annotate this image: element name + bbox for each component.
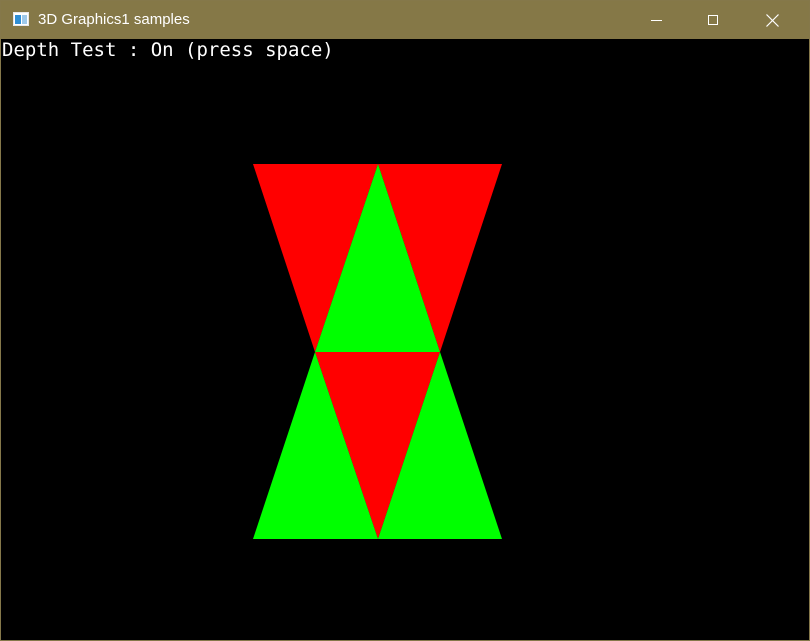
maximize-button[interactable] <box>686 1 744 39</box>
minimize-button[interactable] <box>628 1 686 39</box>
render-viewport[interactable]: Depth Test : On (press space) <box>2 39 808 639</box>
close-button[interactable] <box>744 1 802 39</box>
window-title: 3D Graphics1 samples <box>38 11 190 28</box>
close-icon <box>766 14 779 27</box>
title-bar[interactable]: 3D Graphics1 samples <box>1 1 809 39</box>
triangle-scene <box>253 164 502 539</box>
app-icon <box>13 12 29 26</box>
app-window: 3D Graphics1 samples Depth Test : On (pr… <box>0 0 810 641</box>
depth-test-status: Depth Test : On (press space) <box>2 39 334 61</box>
